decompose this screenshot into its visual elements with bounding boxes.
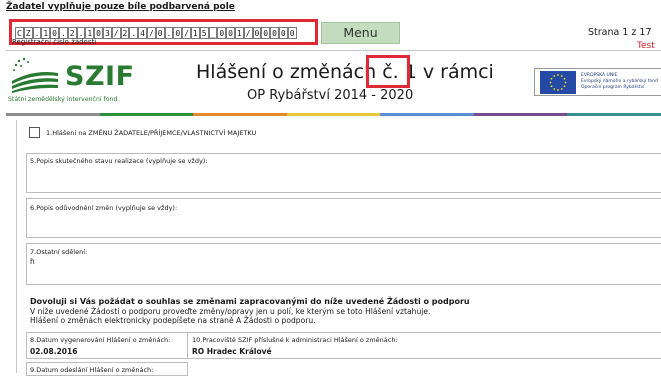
- eu-star-icon: [563, 85, 566, 88]
- registration-cell[interactable]: 2: [120, 27, 130, 39]
- consent-text: Hlášení o změnách elektronicky podepíšet…: [30, 316, 316, 325]
- field8-box: 8.Datum vygenerování Hlášení o změnách: …: [26, 332, 188, 359]
- eu-star-icon: [557, 74, 559, 76]
- registration-cell[interactable]: .: [164, 27, 174, 39]
- field7-label: 7.Ostatní sdělení:: [30, 248, 88, 256]
- eu-star-icon: [560, 88, 563, 90]
- field9-box[interactable]: 9.Datum odeslání Hlášení o změnách:: [26, 362, 188, 376]
- color-stripe-segment: [380, 113, 474, 116]
- page-indicator: Strana 1 z 17: [588, 27, 652, 38]
- registration-cell[interactable]: 5: [199, 27, 209, 39]
- registration-cell[interactable]: 0: [217, 27, 227, 39]
- form-left-border: [16, 120, 17, 373]
- color-stripe-segment: [99, 113, 194, 116]
- page-title: Hlášení o změnách č. 1 v rámci: [196, 61, 494, 83]
- menu-button[interactable]: Menu: [321, 22, 400, 44]
- szif-logo-icon: [12, 57, 58, 93]
- section1-label: 1.Hlášení na ZMĚNU ŽADATELE/PŘÍJEMCE/VLA…: [46, 129, 257, 137]
- header-divider: [6, 50, 661, 51]
- eu-star-icon: [560, 75, 563, 77]
- notice-text: Žadatel vyplňuje pouze bíle podbarvená p…: [6, 2, 235, 12]
- color-stripe-segment: [567, 113, 661, 116]
- eu-star-icon: [550, 77, 553, 80]
- eu-star-icon: [553, 75, 556, 77]
- field6-label: 6.Popis odůvodnění změn (vyplňuje se vžd…: [30, 204, 178, 212]
- eu-star-icon: [563, 77, 566, 80]
- registration-cell[interactable]: 0: [278, 27, 288, 39]
- eu-star-icon: [553, 88, 556, 90]
- registration-cell[interactable]: 0: [270, 27, 279, 39]
- eu-badge-line: Operační program Rybářství: [581, 85, 645, 90]
- szif-logo-text: SZIF: [65, 61, 135, 92]
- registration-cell[interactable]: 0: [173, 27, 183, 39]
- eu-star-icon: [557, 89, 559, 91]
- eu-star-icon: [564, 81, 567, 84]
- registration-cell[interactable]: 1: [234, 27, 244, 39]
- color-stripe-segment: [473, 113, 568, 116]
- eu-flag-icon: [540, 71, 576, 94]
- field8-value: 02.08.2016: [30, 347, 78, 356]
- eu-star-icon: [550, 85, 553, 88]
- registration-cell[interactable]: .: [129, 27, 139, 39]
- registration-cell[interactable]: _: [208, 27, 218, 39]
- field5-label: 5.Popis skutečného stavu realizace (vypl…: [30, 157, 208, 165]
- page-subtitle: OP Rybářství 2014 - 2020: [247, 88, 414, 103]
- registration-cell[interactable]: /: [146, 27, 156, 39]
- registration-cell[interactable]: 4: [138, 27, 147, 39]
- color-stripe-segment: [286, 113, 381, 116]
- registration-label: Registrační číslo žádosti: [12, 38, 97, 46]
- field10-value: RO Hradec Králové: [192, 347, 272, 356]
- section1-checkbox[interactable]: [29, 127, 40, 138]
- registration-cell[interactable]: 0: [252, 27, 262, 39]
- field8-label: 8.Datum vygenerování Hlášení o změnách:: [30, 336, 171, 344]
- registration-cell[interactable]: 1: [190, 27, 200, 39]
- registration-cell[interactable]: 3: [102, 27, 112, 39]
- field10-box: 10.Pracoviště SZIF příslušné k administr…: [187, 332, 661, 359]
- field7-value: h: [30, 257, 35, 266]
- color-stripe-segment: [193, 113, 287, 116]
- eu-star-icon: [549, 81, 552, 84]
- registration-cell[interactable]: 0: [155, 27, 165, 39]
- consent-text: V níže uvedené Žádosti o podporu proveďt…: [30, 307, 431, 316]
- registration-cell[interactable]: /: [243, 27, 253, 39]
- change-number-highlight: [366, 55, 410, 88]
- registration-cell[interactable]: /: [182, 27, 191, 39]
- consent-title: Dovoluji si Vás požádat o souhlas se změ…: [30, 297, 470, 306]
- registration-cell[interactable]: 0: [287, 27, 297, 39]
- registration-cell[interactable]: 0: [226, 27, 235, 39]
- color-stripe: [6, 113, 661, 116]
- registration-cell[interactable]: /: [111, 27, 121, 39]
- field7-textarea[interactable]: 7.Ostatní sdělení: h: [26, 243, 661, 285]
- field10-label: 10.Pracoviště SZIF příslušné k administr…: [192, 336, 398, 344]
- eu-badge-text: EVROPSKÁ UNIE Evropský námořní a rybářsk…: [581, 73, 658, 91]
- szif-logo-subtitle: Státní zemědělský intervenční fond: [8, 96, 118, 103]
- registration-cell[interactable]: 0: [261, 27, 271, 39]
- field6-textarea[interactable]: 6.Popis odůvodnění změn (vyplňuje se vžd…: [26, 198, 661, 238]
- field5-textarea[interactable]: 5.Popis skutečného stavu realizace (vypl…: [26, 153, 661, 193]
- color-stripe-segment: [6, 113, 100, 116]
